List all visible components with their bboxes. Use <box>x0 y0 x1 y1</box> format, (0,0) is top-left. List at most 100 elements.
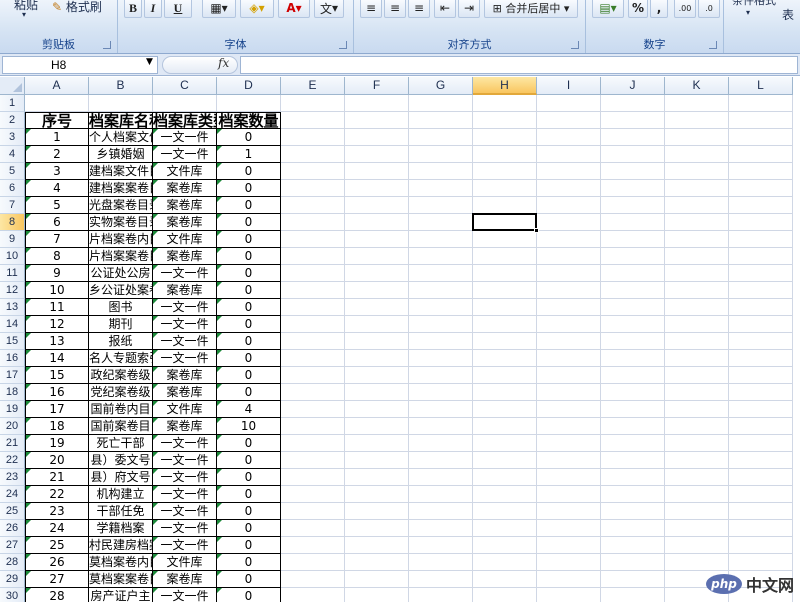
bold-button[interactable]: B <box>124 0 142 18</box>
cell-b21[interactable]: 死亡干部 <box>89 435 153 452</box>
row-header-25[interactable]: 25 <box>0 503 25 520</box>
cell-c14[interactable]: 一文一件 <box>153 316 217 333</box>
cell-l17[interactable] <box>729 367 793 384</box>
cell-g4[interactable] <box>409 146 473 163</box>
cell-g14[interactable] <box>409 316 473 333</box>
cell-b24[interactable]: 机构建立 <box>89 486 153 503</box>
cell-h5[interactable] <box>473 163 537 180</box>
cell-k22[interactable] <box>665 452 729 469</box>
percent-button[interactable]: % <box>628 0 648 18</box>
cell-b17[interactable]: 政纪案卷级 <box>89 367 153 384</box>
cell-d29[interactable]: 0 <box>217 571 281 588</box>
cell-l5[interactable] <box>729 163 793 180</box>
column-header-b[interactable]: B <box>89 77 153 95</box>
cell-c15[interactable]: 一文一件 <box>153 333 217 350</box>
cell-d3[interactable]: 0 <box>217 129 281 146</box>
cell-a15[interactable]: 13 <box>25 333 89 350</box>
cell-i22[interactable] <box>537 452 601 469</box>
cell-b15[interactable]: 报纸 <box>89 333 153 350</box>
row-header-15[interactable]: 15 <box>0 333 25 350</box>
align-left-button[interactable]: ≡ <box>360 0 382 18</box>
cell-g9[interactable] <box>409 231 473 248</box>
cell-h26[interactable] <box>473 520 537 537</box>
cell-k1[interactable] <box>665 95 729 112</box>
cell-h19[interactable] <box>473 401 537 418</box>
cell-c25[interactable]: 一文一件 <box>153 503 217 520</box>
cell-e22[interactable] <box>281 452 345 469</box>
cell-h8[interactable] <box>473 214 537 231</box>
cell-j15[interactable] <box>601 333 665 350</box>
column-header-l[interactable]: L <box>729 77 793 95</box>
cell-i1[interactable] <box>537 95 601 112</box>
cell-a25[interactable]: 23 <box>25 503 89 520</box>
cell-d28[interactable]: 0 <box>217 554 281 571</box>
cell-i7[interactable] <box>537 197 601 214</box>
row-header-16[interactable]: 16 <box>0 350 25 367</box>
cell-b6[interactable]: 建档案案卷目 <box>89 180 153 197</box>
cell-i9[interactable] <box>537 231 601 248</box>
cell-l11[interactable] <box>729 265 793 282</box>
cell-j30[interactable] <box>601 588 665 602</box>
cell-e24[interactable] <box>281 486 345 503</box>
row-header-1[interactable]: 1 <box>0 95 25 112</box>
cell-b2[interactable]: 档案库名称 <box>89 112 153 129</box>
cell-b23[interactable]: 县）府文号 <box>89 469 153 486</box>
cell-e26[interactable] <box>281 520 345 537</box>
cell-j17[interactable] <box>601 367 665 384</box>
cell-h9[interactable] <box>473 231 537 248</box>
cell-k12[interactable] <box>665 282 729 299</box>
cell-k20[interactable] <box>665 418 729 435</box>
cell-j24[interactable] <box>601 486 665 503</box>
cell-j5[interactable] <box>601 163 665 180</box>
cell-k21[interactable] <box>665 435 729 452</box>
cell-e14[interactable] <box>281 316 345 333</box>
cell-i8[interactable] <box>537 214 601 231</box>
cell-k6[interactable] <box>665 180 729 197</box>
cell-e5[interactable] <box>281 163 345 180</box>
cell-d25[interactable]: 0 <box>217 503 281 520</box>
cell-i6[interactable] <box>537 180 601 197</box>
cell-a3[interactable]: 1 <box>25 129 89 146</box>
cell-a21[interactable]: 19 <box>25 435 89 452</box>
cell-k14[interactable] <box>665 316 729 333</box>
cell-k25[interactable] <box>665 503 729 520</box>
row-header-8[interactable]: 8 <box>0 214 25 231</box>
cell-e20[interactable] <box>281 418 345 435</box>
cell-a5[interactable]: 3 <box>25 163 89 180</box>
column-header-d[interactable]: D <box>217 77 281 95</box>
cell-l6[interactable] <box>729 180 793 197</box>
font-color-button[interactable]: A ▾ <box>278 0 310 18</box>
cell-g22[interactable] <box>409 452 473 469</box>
cell-b5[interactable]: 建档案文件目 <box>89 163 153 180</box>
cell-i23[interactable] <box>537 469 601 486</box>
cell-e27[interactable] <box>281 537 345 554</box>
cell-d18[interactable]: 0 <box>217 384 281 401</box>
align-center-button[interactable]: ≡ <box>384 0 406 18</box>
cell-k19[interactable] <box>665 401 729 418</box>
cell-c5[interactable]: 文件库 <box>153 163 217 180</box>
borders-button[interactable]: ▦▾ <box>202 0 236 18</box>
cell-i10[interactable] <box>537 248 601 265</box>
format-painter-button[interactable]: ✎ 格式刷 <box>52 0 102 15</box>
formula-input[interactable] <box>240 56 798 74</box>
currency-button[interactable]: ▤▾ <box>592 0 624 18</box>
cell-h11[interactable] <box>473 265 537 282</box>
cell-b14[interactable]: 期刊 <box>89 316 153 333</box>
cell-b8[interactable]: 实物案卷目录 <box>89 214 153 231</box>
cell-h28[interactable] <box>473 554 537 571</box>
row-header-10[interactable]: 10 <box>0 248 25 265</box>
cell-g18[interactable] <box>409 384 473 401</box>
cell-b26[interactable]: 学籍档案 <box>89 520 153 537</box>
cell-c16[interactable]: 一文一件 <box>153 350 217 367</box>
cell-k5[interactable] <box>665 163 729 180</box>
cell-d12[interactable]: 0 <box>217 282 281 299</box>
cell-h30[interactable] <box>473 588 537 602</box>
cell-h6[interactable] <box>473 180 537 197</box>
cell-h1[interactable] <box>473 95 537 112</box>
cell-e12[interactable] <box>281 282 345 299</box>
cell-a23[interactable]: 21 <box>25 469 89 486</box>
cell-c11[interactable]: 一文一件 <box>153 265 217 282</box>
cell-l24[interactable] <box>729 486 793 503</box>
conditional-format-dropdown-icon[interactable]: ▾ <box>746 8 750 17</box>
cell-d4[interactable]: 1 <box>217 146 281 163</box>
